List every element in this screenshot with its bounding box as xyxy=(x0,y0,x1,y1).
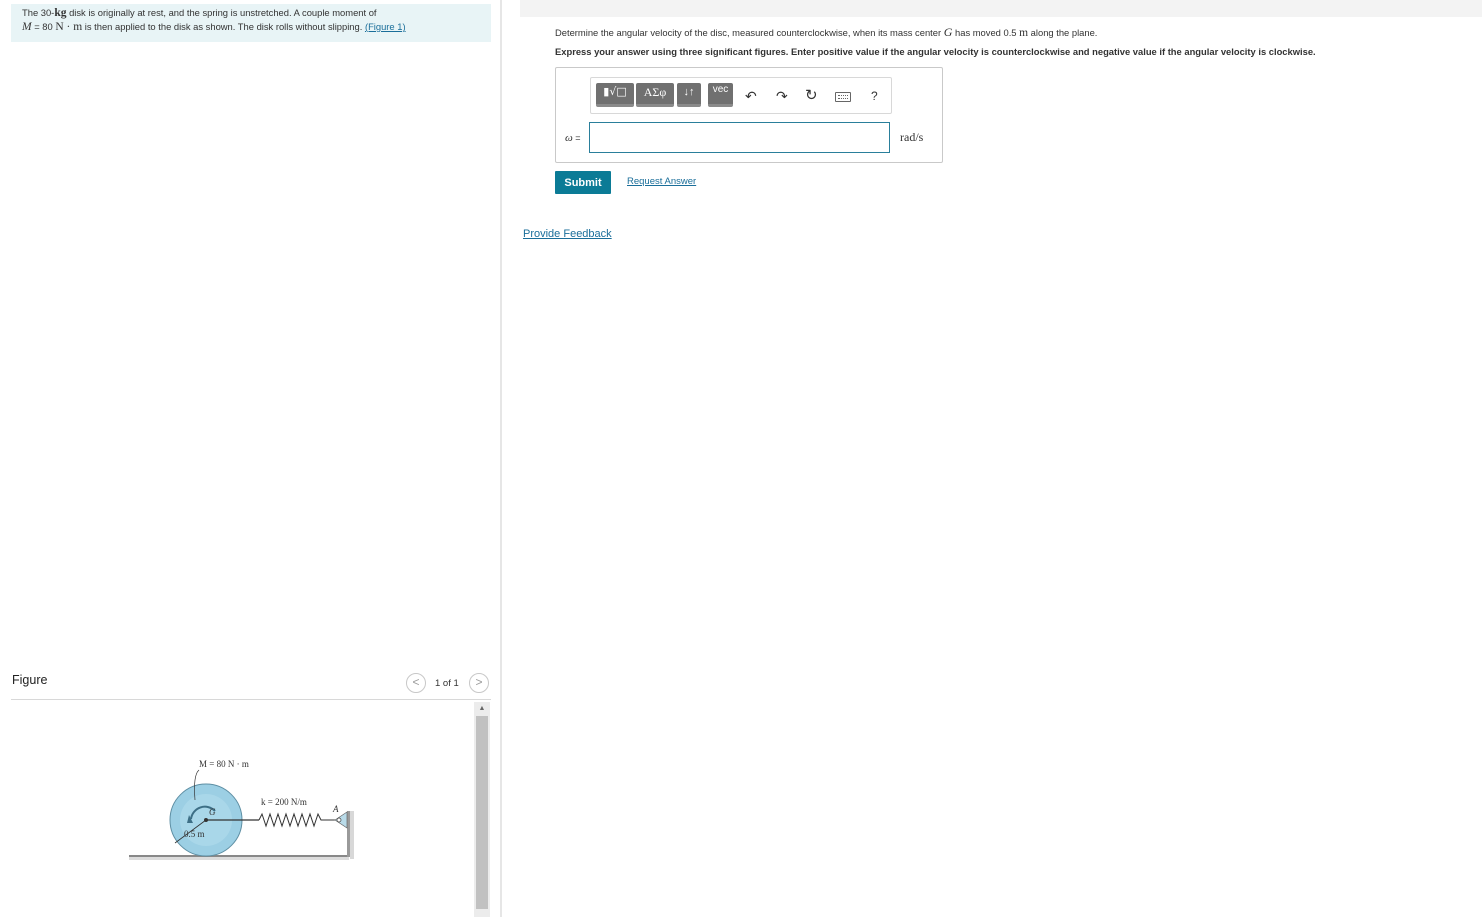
instruction-text: Express your answer using three signific… xyxy=(555,46,1316,57)
wall xyxy=(347,811,350,857)
moment-label: M = 80 N · m xyxy=(199,759,249,769)
radius-label: 0.5 m xyxy=(184,829,205,839)
answer-box: ▮√□ ΑΣφ ↓↑ vec ↶ ↷ ↻ ? ω = rad/s xyxy=(555,67,943,163)
answer-label-eq: = xyxy=(572,133,581,143)
scrollbar-thumb[interactable] xyxy=(476,716,488,909)
greek-symbols-button[interactable]: ΑΣφ xyxy=(636,83,674,107)
submit-button[interactable]: Submit xyxy=(555,171,611,194)
answer-label: ω = xyxy=(565,132,581,144)
question-text-3: along the plane. xyxy=(1028,27,1098,38)
math-toolbar: ▮√□ ΑΣφ ↓↑ vec ↶ ↷ ↻ ? xyxy=(590,77,892,114)
help-icon[interactable]: ? xyxy=(871,88,878,104)
keyboard-icon[interactable] xyxy=(835,92,851,102)
question-text-2: has moved 0.5 xyxy=(952,27,1020,38)
ground-line xyxy=(129,855,349,857)
center-label: G xyxy=(209,807,216,817)
top-strip xyxy=(520,0,1482,17)
spring-label: k = 200 N/m xyxy=(261,797,307,807)
answer-input[interactable] xyxy=(589,122,890,153)
unit-label: rad/s xyxy=(900,130,924,144)
redo-icon[interactable]: ↷ xyxy=(776,88,788,104)
figure-title: Figure xyxy=(12,673,48,687)
moment-unit: N · m xyxy=(55,21,83,33)
left-pane: The 30-kg disk is originally at rest, an… xyxy=(0,0,500,917)
pane-divider[interactable] xyxy=(500,0,502,917)
wall-shadow xyxy=(350,811,354,859)
chevron-left-icon: < xyxy=(412,675,420,689)
undo-icon[interactable]: ↶ xyxy=(745,88,757,104)
moment-symbol: M xyxy=(22,21,32,33)
vector-button[interactable]: vec xyxy=(708,83,733,107)
arrows-button[interactable]: ↓↑ xyxy=(677,83,701,107)
moment-eq: = 80 xyxy=(31,21,56,32)
pin xyxy=(336,817,342,823)
ground-shadow xyxy=(129,857,349,860)
omega-symbol: ω xyxy=(565,132,573,144)
problem-statement: The 30-kg disk is originally at rest, an… xyxy=(11,4,491,42)
figure-area: M = 80 N · m k = 200 N/m G 0.5 m A xyxy=(11,700,489,917)
provide-feedback-link[interactable]: Provide Feedback xyxy=(523,228,612,240)
mass-center-dot xyxy=(204,818,208,822)
templates-button[interactable]: ▮√□ xyxy=(596,83,634,107)
problem-text-2: disk is originally at rest, and the spri… xyxy=(66,7,377,18)
figure-link[interactable]: (Figure 1) xyxy=(365,21,406,32)
question-text-1: Determine the angular velocity of the di… xyxy=(555,27,944,38)
reset-icon[interactable]: ↻ xyxy=(805,88,818,104)
anchor-label: A xyxy=(332,804,339,814)
disk-spring-figure: M = 80 N · m k = 200 N/m G 0.5 m A xyxy=(129,759,354,860)
figure-header: Figure < 1 of 1 > xyxy=(11,672,491,700)
problem-text-3: is then applied to the disk as shown. Th… xyxy=(82,21,365,32)
question-text: Determine the angular velocity of the di… xyxy=(555,25,1097,40)
mass-unit: kg xyxy=(54,7,67,19)
scroll-up-arrow-icon[interactable]: ▲ xyxy=(474,704,490,714)
figure-page-count: 1 of 1 xyxy=(435,678,459,689)
next-figure-button[interactable]: > xyxy=(469,673,489,693)
chevron-right-icon: > xyxy=(475,675,483,689)
problem-text-1: The 30- xyxy=(22,7,55,18)
figure-scrollbar[interactable]: ▲ xyxy=(474,702,490,917)
spring xyxy=(258,812,339,828)
previous-figure-button[interactable]: < xyxy=(406,673,426,693)
question-unit: m xyxy=(1019,27,1029,39)
request-answer-link[interactable]: Request Answer xyxy=(627,176,696,187)
